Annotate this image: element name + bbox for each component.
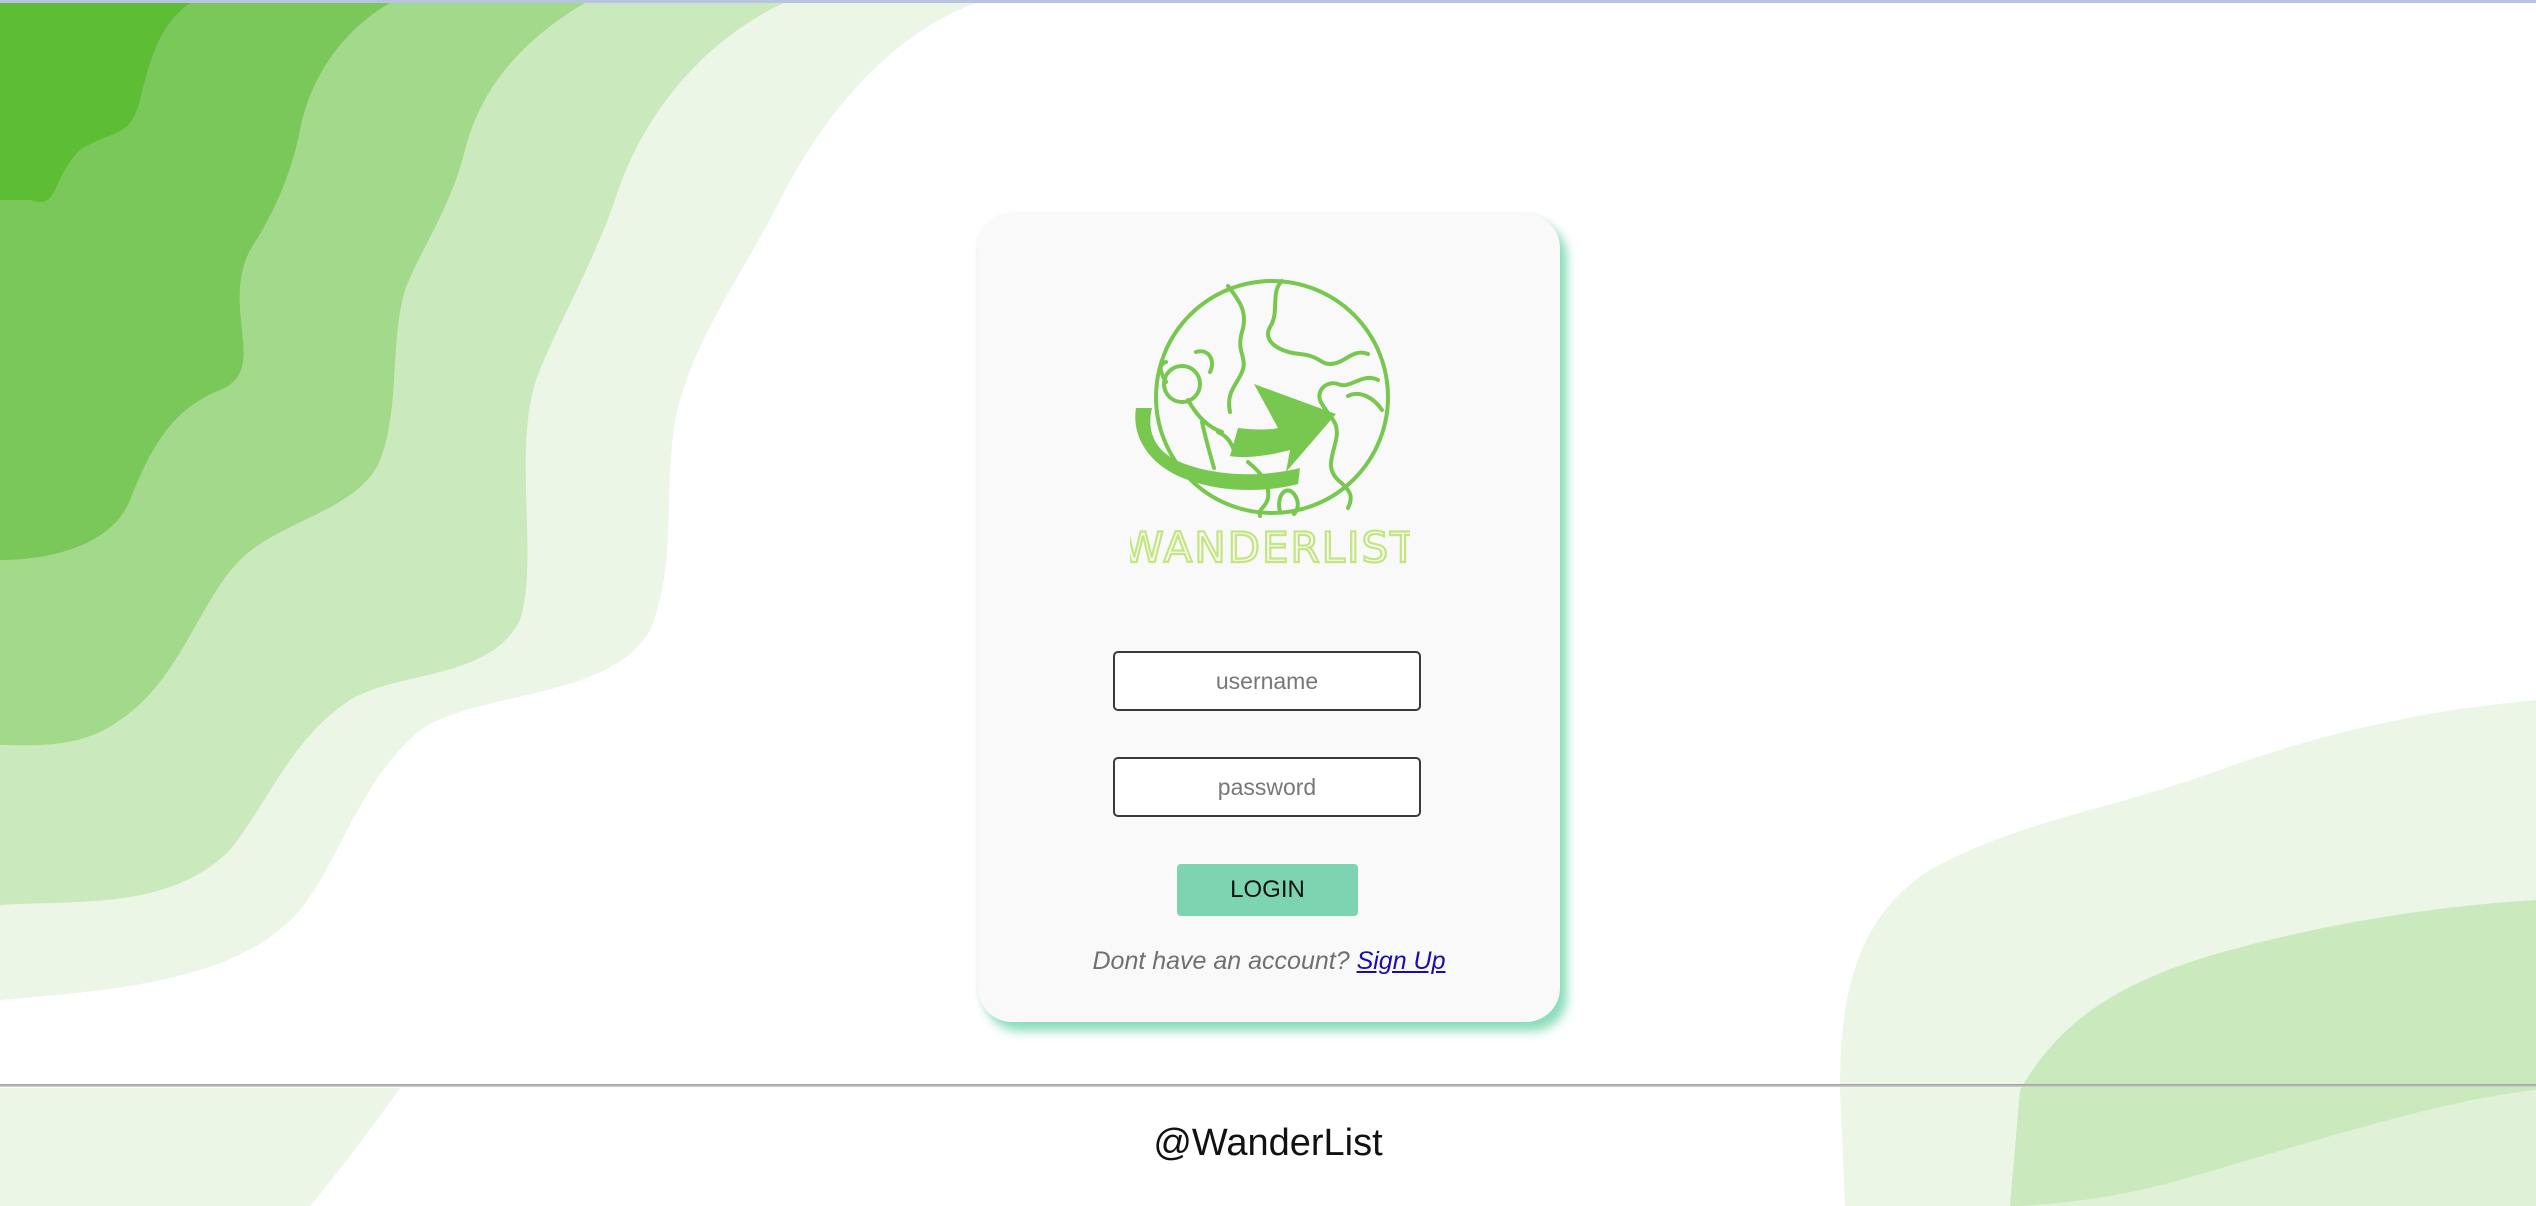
journey-arrow: [1135, 384, 1336, 490]
password-input[interactable]: [1113, 757, 1421, 817]
logo-wordmark: WANDERLIST: [1130, 523, 1410, 572]
globe-continent-left: [1226, 284, 1247, 414]
traveler-backpack: [1194, 349, 1215, 374]
traveler-leg-front: [1216, 430, 1236, 452]
globe-continent-top: [1266, 279, 1370, 366]
signup-row: Dont have an account? Sign Up: [978, 947, 1560, 976]
traveler-head: [1162, 364, 1202, 404]
footer-text: @WanderList: [1153, 1122, 1383, 1164]
login-button[interactable]: LOGIN: [1177, 864, 1358, 916]
globe-continent-right-small: [1346, 391, 1384, 412]
signup-prompt: Dont have an account?: [1092, 947, 1357, 975]
username-input[interactable]: [1113, 651, 1421, 711]
login-page: WANDERLIST LOGIN Dont have an account? S…: [0, 0, 2536, 1206]
wanderlist-logo: WANDERLIST: [1130, 279, 1410, 572]
footer-divider: [0, 1084, 2536, 1087]
signup-link[interactable]: Sign Up: [1357, 947, 1446, 975]
traveler-arm: [1158, 360, 1168, 384]
window-top-border: [0, 0, 2536, 3]
